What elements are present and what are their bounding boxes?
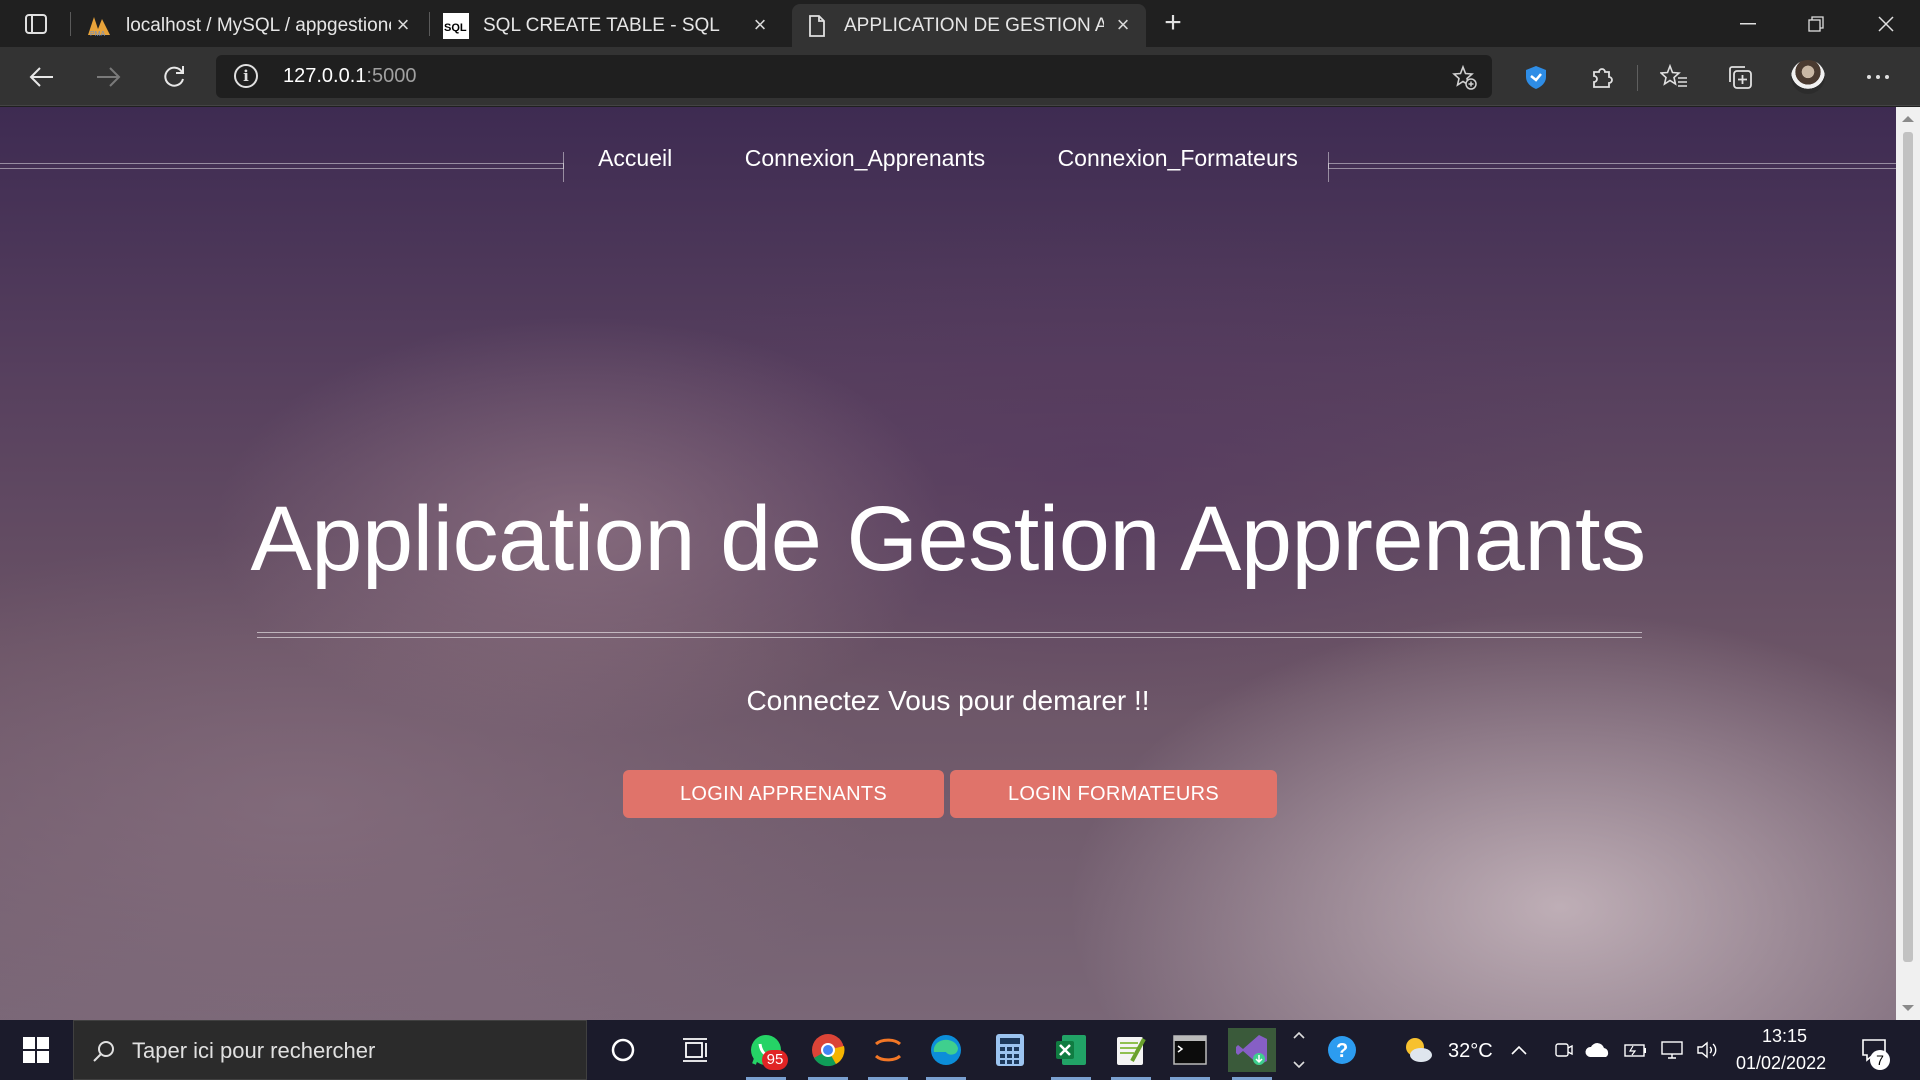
weather-temperature[interactable]: 32°C [1448, 1040, 1493, 1063]
page-scrollbar[interactable] [1896, 107, 1920, 1020]
scrollbar-thumb[interactable] [1903, 132, 1913, 962]
close-tab-icon[interactable]: × [392, 14, 414, 36]
task-view-icon[interactable] [671, 1028, 719, 1072]
restore-icon [1808, 15, 1824, 32]
chrome-icon[interactable] [804, 1028, 852, 1080]
network-icon[interactable] [1656, 1028, 1688, 1072]
page-title: Application de Gestion Apprenants [250, 488, 1646, 590]
arrow-left-icon [29, 67, 53, 87]
tab-title: APPLICATION DE GESTION APPR [844, 14, 1104, 36]
svg-text:SQL: SQL [444, 22, 467, 34]
excel-icon[interactable] [1047, 1028, 1095, 1080]
tab-sql-create-table[interactable]: SQL SQL CREATE TABLE - SQL × [443, 4, 783, 47]
page-subtitle: Connectez Vous pour demarer !! [746, 685, 1150, 716]
edge-icon[interactable] [922, 1028, 970, 1080]
tab-actions-button[interactable] [14, 10, 58, 38]
restore-button[interactable] [1782, 0, 1850, 47]
clock-time[interactable]: 13:15 [1762, 1026, 1807, 1047]
back-button[interactable] [22, 57, 62, 97]
search-icon [93, 1041, 114, 1062]
jupyter-icon[interactable] [864, 1028, 912, 1080]
refresh-icon [164, 66, 184, 87]
volume-icon[interactable] [1692, 1028, 1724, 1072]
taskbar-search[interactable]: Taper ici pour rechercher [73, 1020, 587, 1080]
sql-icon: SQL [443, 12, 469, 39]
svg-text:?: ? [1336, 1040, 1348, 1062]
cortana-icon[interactable] [599, 1028, 647, 1072]
browser-toolbar: i 127.0.0.1:5000 [0, 47, 1920, 106]
info-icon[interactable]: i [234, 64, 258, 88]
nav-link-connexion-formateurs[interactable]: Connexion_Formateurs [1058, 145, 1298, 172]
meet-now-icon[interactable] [1548, 1028, 1580, 1072]
new-tab-button[interactable]: + [1157, 8, 1189, 40]
nav-link-connexion-apprenants[interactable]: Connexion_Apprenants [745, 145, 985, 172]
close-tab-icon[interactable]: × [749, 14, 771, 36]
close-icon [1878, 15, 1894, 32]
forward-button[interactable] [88, 57, 128, 97]
more-options-icon[interactable] [1860, 59, 1896, 95]
minimize-button[interactable] [1714, 0, 1782, 47]
svg-text:PMA: PMA [90, 31, 106, 37]
site-navigation: Accueil Connexion_Apprenants Connexion_F… [0, 145, 1896, 172]
url-text[interactable]: 127.0.0.1:5000 [283, 65, 416, 88]
tab-phpmyadmin[interactable]: PMA localhost / MySQL / appgestione × [86, 4, 426, 47]
phpmyadmin-icon: PMA [86, 13, 112, 39]
scroll-down-icon[interactable] [1902, 1005, 1914, 1011]
tab-actions-icon [25, 14, 47, 34]
search-placeholder: Taper ici pour rechercher [132, 1038, 376, 1063]
extension-shield-icon[interactable] [1518, 59, 1554, 95]
extensions-icon[interactable] [1584, 59, 1620, 95]
terminal-icon[interactable] [1166, 1028, 1214, 1080]
page-icon [804, 13, 830, 39]
tray-chevron-icon[interactable] [1504, 1028, 1534, 1072]
whatsapp-badge: 95 [762, 1050, 788, 1070]
scroll-up-icon[interactable] [1902, 116, 1914, 122]
tab-strip: PMA localhost / MySQL / appgestione × SQ… [0, 0, 1920, 47]
calculator-icon[interactable] [986, 1028, 1034, 1072]
refresh-button[interactable] [154, 57, 194, 97]
help-icon[interactable]: ? [1318, 1028, 1366, 1072]
notepad-plus-icon[interactable] [1107, 1028, 1155, 1080]
address-bar[interactable]: i 127.0.0.1:5000 [216, 55, 1492, 98]
web-page: Accueil Connexion_Apprenants Connexion_F… [0, 107, 1896, 1020]
tab-application-gestion[interactable]: APPLICATION DE GESTION APPR × [792, 4, 1146, 47]
close-window-button[interactable] [1852, 0, 1920, 47]
add-favorite-icon[interactable] [1452, 65, 1478, 91]
weather-icon[interactable] [1394, 1028, 1442, 1072]
notification-count-badge: 7 [1870, 1050, 1890, 1070]
windows-icon [23, 1037, 49, 1063]
toolbar-separator [1637, 65, 1638, 91]
login-formateurs-button[interactable]: LOGIN FORMATEURS [950, 770, 1277, 818]
clock-date[interactable]: 01/02/2022 [1736, 1053, 1826, 1074]
onedrive-icon[interactable] [1582, 1028, 1614, 1072]
windows-taskbar: Taper ici pour rechercher 95 ? 32°C 13:1… [0, 1020, 1920, 1080]
tab-title: SQL CREATE TABLE - SQL [483, 14, 720, 36]
minimize-icon [1740, 22, 1756, 24]
tab-separator [70, 12, 71, 36]
title-divider [257, 632, 1642, 638]
visual-studio-icon[interactable] [1228, 1028, 1276, 1080]
arrow-right-icon [97, 67, 121, 87]
collections-icon[interactable] [1722, 59, 1758, 95]
start-button[interactable] [0, 1020, 72, 1080]
close-tab-icon[interactable]: × [1112, 14, 1134, 36]
tab-title: localhost / MySQL / appgestione [126, 14, 391, 36]
tab-separator [429, 12, 430, 36]
show-hidden-apps-icon[interactable] [1286, 1028, 1312, 1072]
favorites-icon[interactable] [1656, 59, 1692, 95]
profile-avatar[interactable] [1791, 60, 1825, 94]
battery-icon[interactable] [1620, 1028, 1652, 1072]
login-apprenants-button[interactable]: LOGIN APPRENANTS [623, 770, 944, 818]
nav-link-accueil[interactable]: Accueil [598, 145, 672, 172]
